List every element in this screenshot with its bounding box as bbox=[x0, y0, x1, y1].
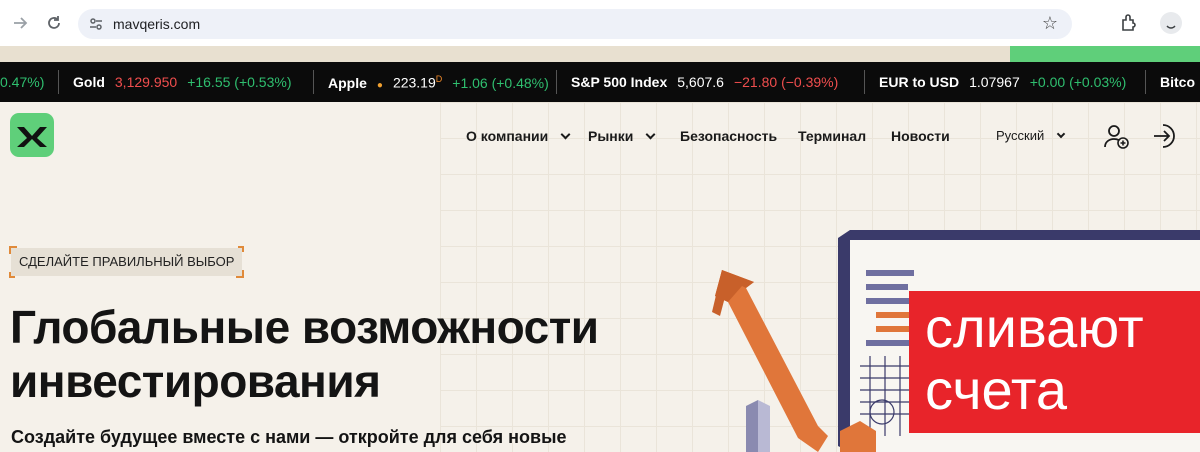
address-bar[interactable]: mavqeris.com ☆ bbox=[78, 9, 1072, 39]
ticker-price: 3,129.950 bbox=[114, 74, 178, 90]
ticker-change: −21.80 (−0.39%) bbox=[733, 74, 839, 90]
ticker-name: Gold bbox=[73, 74, 105, 90]
hero-tag: СДЕЛАЙТЕ ПРАВИЛЬНЫЙ ВЫБОР bbox=[8, 246, 245, 278]
nav-item-security[interactable]: Безопасность bbox=[680, 128, 777, 144]
hero-headline-line2: инвестирования bbox=[10, 355, 381, 407]
chevron-down-icon bbox=[645, 129, 656, 139]
site-logo[interactable] bbox=[10, 113, 54, 157]
profile-icon[interactable] bbox=[1158, 10, 1184, 36]
bookmark-star-icon[interactable]: ☆ bbox=[1042, 13, 1058, 34]
ticker-item-sp500[interactable]: S&P 500 Index 5,607.6 −21.80 (−0.39%) bbox=[571, 74, 838, 90]
ticker-change: +0.00 (+0.03%) bbox=[1029, 74, 1127, 90]
url-text[interactable]: mavqeris.com bbox=[113, 16, 200, 32]
ticker-change: +16.55 (+0.53%) bbox=[187, 74, 292, 90]
ticker-name: EUR to USD bbox=[879, 74, 960, 90]
warning-overlay-banner: сливают счета bbox=[909, 291, 1200, 433]
ticker-item-eurusd[interactable]: EUR to USD 1.07967 +0.00 (+0.03%) bbox=[879, 74, 1126, 90]
ticker-name: S&P 500 Index bbox=[571, 74, 668, 90]
ticker-item[interactable]: 0.47%) bbox=[0, 74, 44, 90]
nav-item-terminal[interactable]: Терминал bbox=[798, 128, 866, 144]
nav-item-markets[interactable]: Рынки bbox=[588, 128, 656, 144]
chevron-down-icon bbox=[560, 129, 571, 139]
ticker-divider bbox=[1145, 70, 1146, 94]
extensions-icon[interactable] bbox=[1118, 12, 1140, 34]
ticker-name: Apple bbox=[328, 74, 367, 91]
ticker-name: Bitco bbox=[1160, 74, 1195, 90]
logo-m-icon bbox=[17, 127, 47, 147]
warning-overlay-line1: сливают bbox=[925, 296, 1144, 359]
hero-headline-line1: Глобальные возможности bbox=[10, 301, 599, 353]
price-ticker: 0.47%) Gold 3,129.950 +16.55 (+0.53%) Ap… bbox=[0, 62, 1200, 102]
register-user-icon[interactable] bbox=[1102, 122, 1130, 150]
ticker-price: 223.19D bbox=[392, 74, 443, 91]
ticker-pct: 0.47%) bbox=[0, 74, 45, 90]
ticker-price: 1.07967 bbox=[969, 74, 1020, 90]
green-accent-strip bbox=[1010, 46, 1200, 62]
hero-headline: Глобальные возможности инвестирования bbox=[10, 300, 650, 408]
browser-toolbar: mavqeris.com ☆ bbox=[0, 0, 1200, 46]
ticker-item-apple[interactable]: Apple ● 223.19D +1.06 (+0.48%) bbox=[328, 74, 549, 91]
page-top-strip bbox=[0, 46, 1010, 62]
reload-icon[interactable] bbox=[42, 11, 66, 35]
status-dot-icon: ● bbox=[376, 79, 383, 91]
ticker-divider bbox=[864, 70, 865, 94]
login-icon[interactable] bbox=[1151, 122, 1179, 150]
nav-item-about[interactable]: О компании bbox=[466, 128, 571, 144]
hero-subline: Создайте будущее вместе с нами — откройт… bbox=[11, 427, 567, 447]
nav-item-news[interactable]: Новости bbox=[891, 128, 950, 144]
hero-tag-text: СДЕЛАЙТЕ ПРАВИЛЬНЫЙ ВЫБОР bbox=[19, 254, 235, 269]
ticker-divider bbox=[556, 70, 557, 94]
site-settings-icon[interactable] bbox=[88, 16, 104, 32]
language-selector[interactable]: Русский bbox=[996, 128, 1066, 143]
ticker-divider bbox=[313, 70, 314, 94]
arrow-forward-icon[interactable] bbox=[8, 11, 32, 35]
ticker-change: +1.06 (+0.48%) bbox=[452, 74, 549, 91]
ticker-price: 5,607.6 bbox=[677, 74, 724, 90]
ticker-divider bbox=[58, 70, 59, 94]
ticker-item-bitcoin[interactable]: Bitco bbox=[1160, 74, 1195, 90]
ticker-item-gold[interactable]: Gold 3,129.950 +16.55 (+0.53%) bbox=[73, 74, 292, 90]
chevron-down-icon bbox=[1057, 129, 1066, 138]
warning-overlay-line2: счета bbox=[925, 358, 1067, 421]
